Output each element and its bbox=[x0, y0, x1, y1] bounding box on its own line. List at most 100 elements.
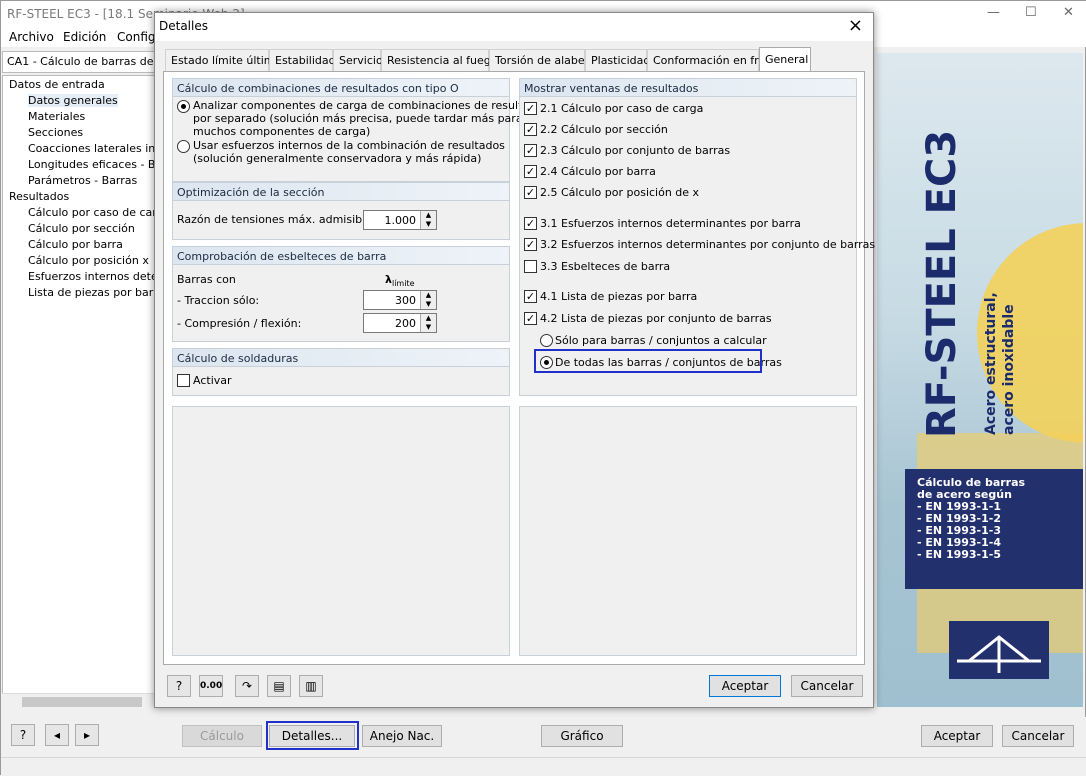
tension-limit-input[interactable]: 300 ▲ ▼ bbox=[363, 290, 437, 310]
spin-arrows-icon[interactable]: ▲ ▼ bbox=[420, 314, 436, 332]
tree-item-internal-forces[interactable]: Esfuerzos internos determinantes bbox=[28, 270, 161, 283]
compression-limit-input[interactable]: 200 ▲ ▼ bbox=[363, 313, 437, 333]
help-icon[interactable]: ? bbox=[11, 724, 35, 746]
window-checkbox-2-2[interactable]: ✓ bbox=[524, 123, 537, 136]
navigator-tree: Datos de entrada Datos generales Materia… bbox=[2, 75, 162, 707]
dialog-close-icon[interactable]: × bbox=[848, 15, 863, 36]
window-checkbox-2-3[interactable]: ✓ bbox=[524, 144, 537, 157]
national-annex-button[interactable]: Anejo Nac. ... bbox=[362, 725, 442, 763]
window-checkbox-2-1[interactable]: ✓ bbox=[524, 102, 537, 115]
tree-item-member-params[interactable]: Parámetros - Barras bbox=[28, 174, 137, 187]
tree-item-by-member[interactable]: Cálculo por barra bbox=[28, 238, 123, 251]
menu-archivo[interactable]: Archivo bbox=[9, 30, 54, 44]
window-label-2-5: 2.5 Cálculo por posición de x bbox=[540, 186, 700, 199]
dialog-ok-button[interactable]: Aceptar bbox=[709, 675, 781, 697]
combo-option-2-line: Usar esfuerzos internos de la combinació… bbox=[193, 139, 505, 152]
stress-ratio-input[interactable]: 1.000 ▲ ▼ bbox=[363, 210, 437, 230]
combo-option-2-line: (solución generalmente conservadora y má… bbox=[193, 152, 482, 165]
tree-hscrollbar[interactable] bbox=[2, 693, 162, 709]
parts-radio-calculated-label: Sólo para barras / conjuntos a calcular bbox=[555, 334, 767, 347]
case-selector[interactable]: CA1 - Cálculo de barras de acero bbox=[2, 51, 162, 73]
group-title: Cálculo de soldaduras bbox=[173, 349, 509, 367]
window-label-2-3: 2.3 Cálculo por conjunto de barras bbox=[540, 144, 731, 157]
tab-page-general: Cálculo de combinaciones de resultados c… bbox=[163, 71, 875, 665]
window-checkbox-3-2[interactable]: ✓ bbox=[524, 238, 537, 251]
reset-icon[interactable]: ↷ bbox=[235, 675, 259, 697]
help-icon[interactable]: ? bbox=[167, 675, 191, 697]
activate-welds-checkbox[interactable] bbox=[177, 374, 190, 387]
optimization-group: Optimización de la sección Razón de tens… bbox=[172, 182, 510, 240]
calculate-button[interactable]: Cálculo bbox=[182, 725, 262, 747]
combo-radio-combined[interactable] bbox=[177, 140, 190, 153]
window-label-4-1: 4.1 Lista de piezas por barra bbox=[540, 290, 698, 303]
activate-welds-label: Activar bbox=[193, 374, 232, 387]
menu-edicion[interactable]: Edición bbox=[63, 30, 106, 44]
ok-button[interactable]: Aceptar bbox=[921, 725, 993, 747]
spin-arrows-icon[interactable]: ▲ ▼ bbox=[420, 211, 436, 229]
tree-item-parts-list[interactable]: Lista de piezas por barra bbox=[28, 286, 161, 299]
dlubal-logo bbox=[949, 621, 1049, 679]
tension-label: - Traccion sólo: bbox=[177, 294, 260, 307]
tree-results-header[interactable]: Resultados bbox=[9, 190, 69, 203]
members-with-label: Barras con bbox=[177, 273, 236, 286]
window-checkbox-2-5[interactable]: ✓ bbox=[524, 186, 537, 199]
decimal-places-icon[interactable]: 0.00 bbox=[199, 675, 223, 697]
window-checkbox-3-1[interactable]: ✓ bbox=[524, 217, 537, 230]
maximize-button[interactable]: ☐ bbox=[1025, 5, 1037, 20]
window-checkbox-3-3[interactable] bbox=[524, 260, 537, 273]
graphic-button[interactable]: Gráfico bbox=[541, 725, 623, 747]
tab-warping[interactable]: Torsión de alabeo bbox=[489, 49, 591, 71]
tree-item-sections[interactable]: Secciones bbox=[28, 126, 83, 139]
bottom-toolbar: ? ◂ ▸ Cálculo Detalles... Anejo Nac. ...… bbox=[1, 717, 1086, 763]
window-label-2-2: 2.2 Cálculo por sección bbox=[540, 123, 668, 136]
group-title: Comprobación de esbelteces de barra bbox=[173, 247, 509, 265]
tension-limit-value: 300 bbox=[395, 294, 416, 307]
slenderness-group: Comprobación de esbelteces de barra Barr… bbox=[172, 246, 510, 342]
group-title: Cálculo de combinaciones de resultados c… bbox=[173, 79, 509, 97]
stress-ratio-label: Razón de tensiones máx. admisible: bbox=[177, 213, 376, 226]
tab-cold-formed[interactable]: Conformación en frío bbox=[647, 49, 769, 71]
save-defaults-icon[interactable]: ▤ bbox=[267, 675, 291, 697]
combo-option-1-line: por separado (solución más precisa, pued… bbox=[193, 112, 523, 125]
tab-general[interactable]: General bbox=[759, 47, 811, 72]
window-label-3-2: 3.2 Esfuerzos internos determinantes por… bbox=[540, 238, 876, 251]
empty-panel-right bbox=[519, 406, 857, 656]
tree-item-effective-lengths[interactable]: Longitudes eficaces - Barras bbox=[28, 158, 161, 171]
banner-line: - EN 1993-1-5 bbox=[917, 548, 1001, 561]
tab-stability[interactable]: Estabilidad bbox=[269, 49, 336, 71]
combo-radio-separate[interactable] bbox=[177, 100, 190, 113]
compression-label: - Compresión / flexión: bbox=[177, 317, 302, 330]
tree-input-header[interactable]: Datos de entrada bbox=[9, 78, 105, 91]
combo-option-1-line: muchos componentes de carga) bbox=[193, 125, 371, 138]
tab-ultimate-limit[interactable]: Estado límite último bbox=[165, 49, 281, 71]
load-defaults-icon[interactable]: ▥ bbox=[299, 675, 323, 697]
lambda-label: λlímite bbox=[385, 273, 415, 289]
tab-fire[interactable]: Resistencia al fuego bbox=[381, 49, 497, 71]
window-checkbox-2-4[interactable]: ✓ bbox=[524, 165, 537, 178]
banner-brand: RF-STEEL EC3 bbox=[919, 129, 965, 438]
window-label-3-3: 3.3 Esbelteces de barra bbox=[540, 260, 671, 273]
tree-item-by-section[interactable]: Cálculo por sección bbox=[28, 222, 135, 235]
previous-window-icon[interactable]: ◂ bbox=[45, 724, 69, 746]
spin-arrows-icon[interactable]: ▲ ▼ bbox=[420, 291, 436, 309]
window-checkbox-4-2[interactable]: ✓ bbox=[524, 312, 537, 325]
tree-item-materials[interactable]: Materiales bbox=[28, 110, 85, 123]
dialog-cancel-button[interactable]: Cancelar bbox=[791, 675, 863, 697]
scroll-thumb[interactable] bbox=[22, 697, 142, 707]
next-window-icon[interactable]: ▸ bbox=[75, 724, 99, 746]
tree-item-lateral-restraints[interactable]: Coacciones laterales internas bbox=[28, 142, 161, 155]
tab-plasticity[interactable]: Plasticidad bbox=[585, 49, 650, 71]
close-button[interactable]: ✕ bbox=[1063, 5, 1074, 20]
window-checkbox-4-1[interactable]: ✓ bbox=[524, 290, 537, 303]
minimize-button[interactable]: — bbox=[987, 5, 1000, 20]
cancel-button[interactable]: Cancelar bbox=[1002, 725, 1074, 747]
group-title: Optimización de la sección bbox=[173, 183, 509, 201]
tree-item-by-loadcase[interactable]: Cálculo por caso de carga bbox=[28, 206, 161, 219]
stress-ratio-value: 1.000 bbox=[384, 214, 417, 227]
window-label-4-2: 4.2 Lista de piezas por conjunto de barr… bbox=[540, 312, 772, 325]
tree-item-by-x[interactable]: Cálculo por posición x bbox=[28, 254, 149, 267]
tab-service[interactable]: Servicio bbox=[333, 49, 383, 71]
tree-item-general-data[interactable]: Datos generales bbox=[28, 94, 118, 107]
parts-radio-calculated[interactable] bbox=[540, 334, 553, 347]
banner-standards-box: Cálculo de barras de acero según - EN 19… bbox=[905, 469, 1083, 589]
